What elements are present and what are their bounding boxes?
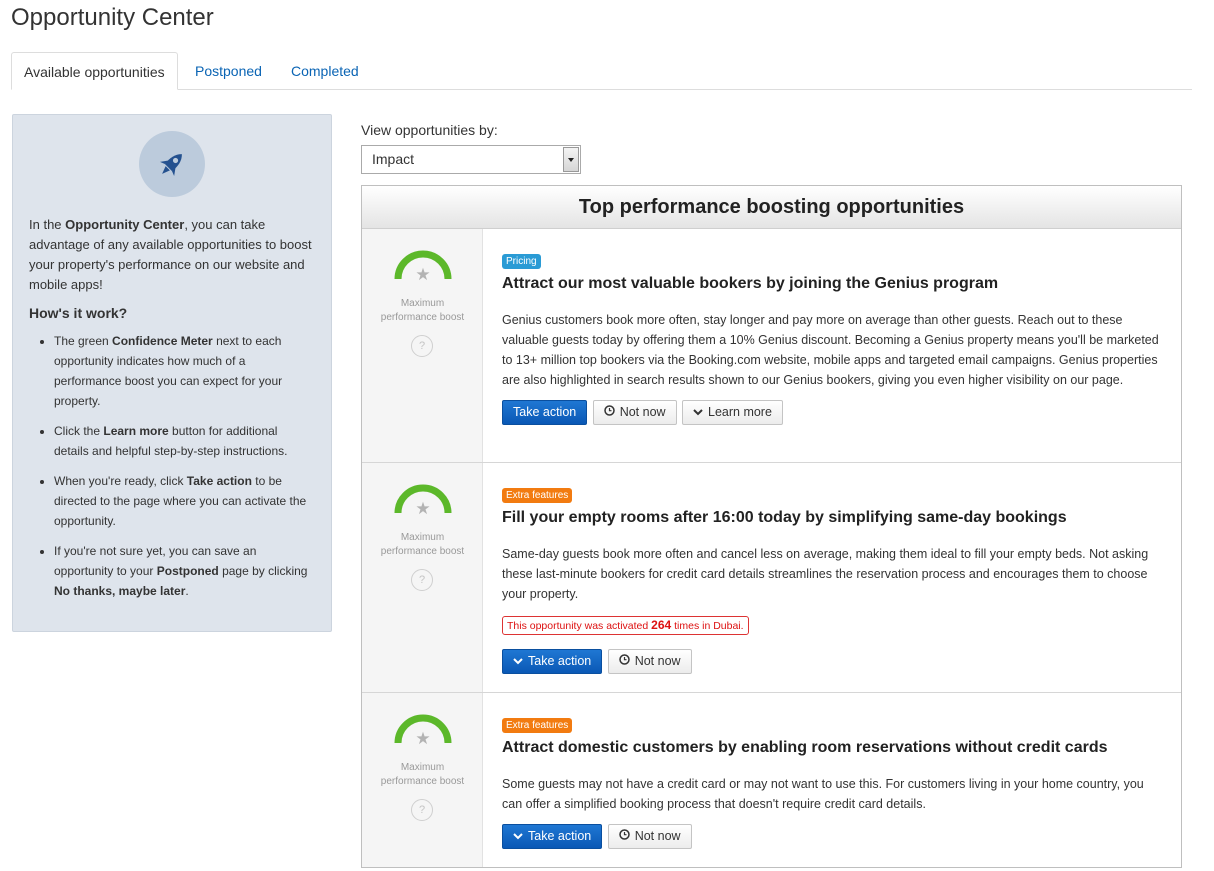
tab-bar: Available opportunities Postponed Comple… (11, 52, 1192, 90)
confidence-meter-icon: ★ (394, 484, 452, 515)
meter-label: Maximum performance boost (380, 298, 465, 323)
take-action-button[interactable]: Take action (502, 649, 603, 674)
take-action-button[interactable]: Take action (502, 824, 603, 849)
clock-icon (618, 650, 630, 673)
category-tag: Extra features (502, 488, 573, 503)
chevron-down-icon (693, 401, 703, 424)
confidence-meter-icon: ★ (394, 714, 452, 745)
panel-title: Top performance boosting opportunities (362, 186, 1181, 229)
not-now-button[interactable]: Not now (607, 824, 692, 849)
dropdown-arrow-icon[interactable] (563, 147, 579, 172)
opportunity-card: ★ Maximum performance boost ? Pricing Att… (362, 229, 1181, 463)
opportunities-panel: Top performance boosting opportunities ★… (361, 185, 1182, 868)
opportunity-description: Genius customers book more often, stay l… (502, 313, 1159, 387)
info-sidebar: In the Opportunity Center, you can take … (12, 114, 332, 632)
list-item: When you're ready, click Take action to … (54, 471, 315, 531)
list-item: Click the Learn more button for addition… (54, 421, 315, 461)
view-by-select[interactable]: Impact (361, 145, 581, 174)
view-by-selected-value: Impact (372, 151, 415, 167)
opportunity-title: Attract our most valuable bookers by joi… (502, 275, 999, 292)
intro-text: In the Opportunity Center, you can take … (29, 217, 312, 292)
not-now-button[interactable]: Not now (592, 400, 677, 425)
opportunity-title: Attract domestic customers by enabling r… (502, 739, 1108, 756)
star-icon: ★ (415, 265, 430, 281)
chevron-down-icon (513, 825, 523, 848)
list-item: If you're not sure yet, you can save an … (54, 541, 315, 601)
how-it-works-list: The green Confidence Meter next to each … (29, 331, 315, 601)
page-title: Opportunity Center (11, 4, 214, 31)
how-it-works-heading: How's it work? (29, 305, 128, 321)
confidence-meter-column: ★ Maximum performance boost ? (362, 693, 483, 867)
category-tag: Extra features (502, 718, 573, 733)
rocket-icon (139, 131, 205, 197)
not-now-button[interactable]: Not now (607, 649, 692, 674)
chevron-down-icon (513, 650, 523, 673)
category-tag: Pricing (502, 254, 541, 269)
star-icon: ★ (415, 499, 430, 515)
opportunity-description: Same-day guests book more often and canc… (502, 547, 1149, 601)
confidence-meter-icon: ★ (394, 250, 452, 281)
tab-available-opportunities[interactable]: Available opportunities (11, 52, 178, 90)
take-action-button[interactable]: Take action (502, 400, 588, 425)
opportunity-description: Some guests may not have a credit card o… (502, 777, 1144, 811)
view-by-label: View opportunities by: (361, 122, 498, 138)
confidence-meter-column: ★ Maximum performance boost ? (362, 229, 483, 462)
learn-more-button[interactable]: Learn more (682, 400, 783, 425)
tab-completed[interactable]: Completed (279, 52, 371, 90)
opportunity-title: Fill your empty rooms after 16:00 today … (502, 509, 1067, 526)
meter-label: Maximum performance boost (380, 532, 465, 557)
tab-postponed[interactable]: Postponed (183, 52, 274, 90)
meter-label: Maximum performance boost (380, 762, 465, 787)
help-icon[interactable]: ? (411, 569, 433, 591)
opportunity-card: ★ Maximum performance boost ? Extra featu… (362, 693, 1181, 867)
confidence-meter-column: ★ Maximum performance boost ? (362, 463, 483, 692)
star-icon: ★ (415, 729, 430, 745)
help-icon[interactable]: ? (411, 335, 433, 357)
list-item: The green Confidence Meter next to each … (54, 331, 315, 411)
clock-icon (618, 825, 630, 848)
activation-notice: This opportunity was activated 264 times… (502, 616, 749, 635)
opportunity-card: ★ Maximum performance boost ? Extra featu… (362, 463, 1181, 693)
help-icon[interactable]: ? (411, 799, 433, 821)
clock-icon (603, 401, 615, 424)
